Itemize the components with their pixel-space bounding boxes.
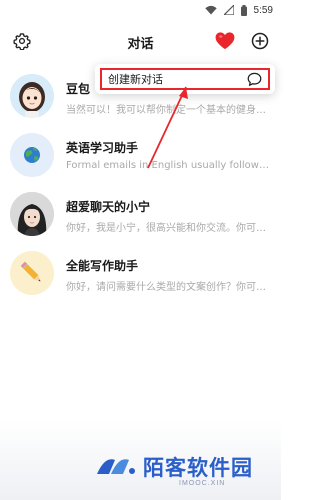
watermark-logo-icon [97, 459, 135, 474]
watermark-url: IMOOC.XIN [179, 480, 226, 487]
chat-title: 全能写作助手 [66, 259, 139, 273]
chat-preview: 你好，请问需要什么类型的文案创作？你可以… [66, 282, 271, 293]
chat-bubble-icon [246, 71, 262, 87]
watermark-title: 陌客软件园 [143, 456, 253, 480]
signal-icon [223, 5, 234, 15]
top-bar: 对话 [0, 24, 281, 60]
heart-icon[interactable] [214, 30, 236, 52]
status-time: 5:59 [253, 4, 273, 16]
chat-list: 豆包 当然可以！我可以帮你制定一个基本的健身计划… 英语学习助手 Formal … [0, 66, 281, 302]
chat-title: 豆包 [66, 82, 91, 96]
battery-icon [240, 4, 247, 16]
chat-item-english-tutor[interactable]: 英语学习助手 Formal emails in English usually … [0, 125, 281, 184]
chat-preview: 当然可以！我可以帮你制定一个基本的健身计划… [66, 105, 271, 116]
gear-icon[interactable] [12, 31, 32, 51]
chat-preview: 你好，我是小宁，很高兴能和你交流。你可以… [66, 223, 271, 234]
wifi-icon [204, 5, 217, 15]
create-new-chat-button[interactable]: 创建新对话 [100, 68, 270, 90]
chat-item-writing-assistant[interactable]: 全能写作助手 你好，请问需要什么类型的文案创作？你可以… [0, 243, 281, 302]
create-new-chat-label: 创建新对话 [108, 73, 163, 86]
page-title: 对话 [127, 37, 154, 52]
chat-preview: Formal emails in English usually follow … [66, 160, 271, 171]
pencil-avatar [10, 251, 54, 295]
watermark: 陌客软件园 IMOOC.XIN [95, 450, 275, 490]
chat-title: 超爱聊天的小宁 [66, 200, 151, 214]
globe-avatar [10, 133, 54, 177]
popup-menu: 创建新对话 [95, 64, 275, 94]
status-bar: 5:59 [0, 0, 281, 20]
chat-item-xiaoning[interactable]: 超爱聊天的小宁 你好，我是小宁，很高兴能和你交流。你可以… [0, 184, 281, 243]
girl-avatar [10, 192, 54, 236]
chat-title: 英语学习助手 [66, 141, 139, 155]
add-circle-icon[interactable] [249, 30, 271, 52]
doubao-avatar [10, 74, 54, 118]
